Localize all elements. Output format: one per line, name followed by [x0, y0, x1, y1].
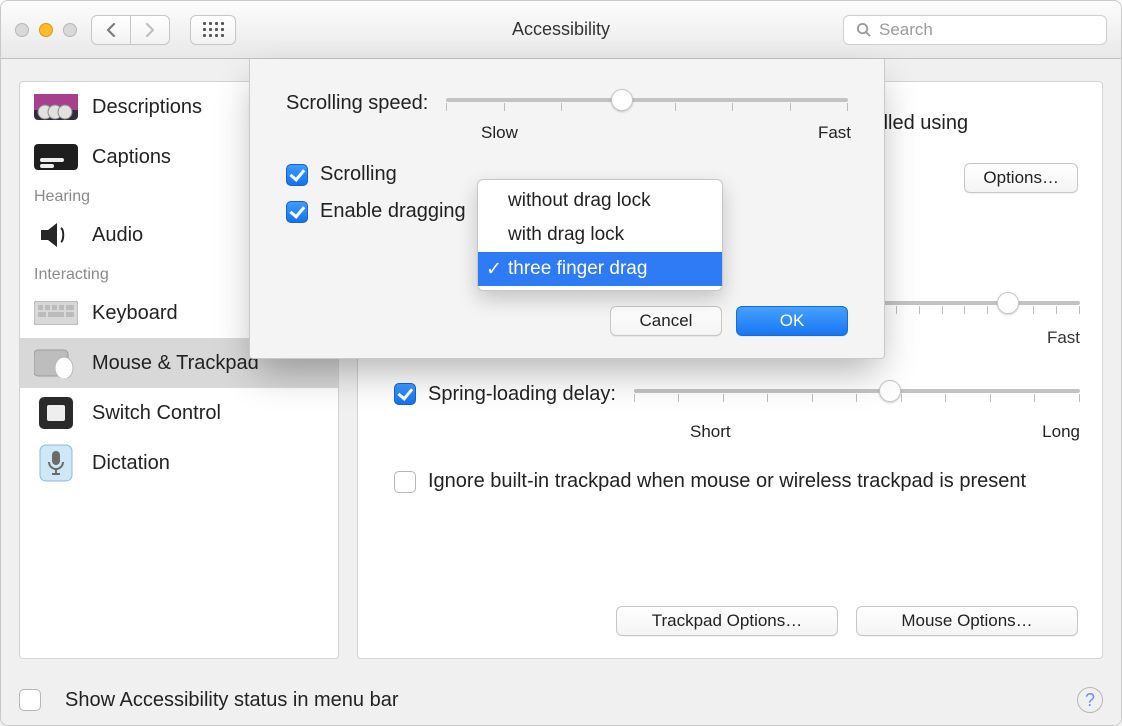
search-field[interactable]: Search [843, 15, 1107, 45]
sidebar-item-label: Dictation [92, 452, 170, 475]
scrolling-speed-label: Scrolling speed: [286, 92, 428, 115]
slow-label: Slow [481, 123, 518, 143]
mouse-trackpad-icon [34, 346, 78, 380]
drag-option-without-lock[interactable]: without drag lock [478, 184, 722, 218]
sidebar-item-label: Captions [92, 146, 171, 169]
ignore-trackpad-label: Ignore built-in trackpad when mouse or w… [428, 468, 1026, 495]
descriptions-icon [34, 90, 78, 124]
captions-icon [34, 140, 78, 174]
sidebar-item-label: Mouse & Trackpad [92, 352, 259, 375]
scrolling-label: Scrolling [320, 163, 397, 186]
cancel-button[interactable]: Cancel [610, 306, 722, 336]
back-button[interactable] [91, 15, 131, 45]
fast-label: Fast [818, 123, 851, 143]
show-all-button[interactable] [190, 15, 236, 45]
show-status-label: Show Accessibility status in menu bar [65, 689, 399, 712]
show-status-checkbox[interactable] [19, 689, 41, 711]
sidebar-item-dictation[interactable]: Dictation [20, 438, 338, 488]
sidebar-item-label: Audio [92, 224, 143, 247]
drag-option-with-lock[interactable]: with drag lock [478, 218, 722, 252]
sidebar-item-switch-control[interactable]: Switch Control [20, 388, 338, 438]
spring-loading-label: Spring-loading delay: [428, 383, 616, 406]
spring-long-label: Long [1042, 422, 1080, 442]
zoom-button[interactable] [63, 23, 77, 37]
close-button[interactable] [15, 23, 29, 37]
spring-short-label: Short [690, 422, 731, 442]
audio-icon [34, 218, 78, 252]
drag-option-three-finger[interactable]: three finger drag [478, 252, 722, 286]
scrolling-speed-slider[interactable] [446, 89, 848, 117]
search-placeholder: Search [879, 20, 933, 40]
ignore-trackpad-checkbox[interactable] [394, 471, 416, 493]
nav-segment [91, 15, 170, 45]
mouse-options-button[interactable]: Mouse Options… [856, 606, 1078, 636]
keyboard-icon [34, 296, 78, 330]
ignore-trackpad-row: Ignore built-in trackpad when mouse or w… [394, 468, 1078, 495]
scrolling-checkbox[interactable] [286, 164, 308, 186]
drag-mode-popup[interactable]: without drag lock with drag lock three f… [477, 179, 723, 291]
forward-button[interactable] [130, 15, 170, 45]
sidebar-item-label: Keyboard [92, 302, 178, 325]
trackpad-options-button[interactable]: Trackpad Options… [616, 606, 838, 636]
slider-label-fast: Fast [1047, 328, 1080, 348]
sidebar-item-label: Descriptions [92, 96, 202, 119]
switch-control-icon [34, 396, 78, 430]
spring-loading-slider[interactable] [634, 380, 1080, 408]
search-icon [856, 22, 871, 37]
minimize-button[interactable] [39, 23, 53, 37]
spring-loading-checkbox[interactable] [394, 383, 416, 405]
toolbar: Accessibility Search [1, 1, 1121, 59]
spring-loading-row: Spring-loading delay: [394, 380, 1080, 408]
options-button[interactable]: Options… [964, 163, 1078, 193]
prefs-window: Accessibility Search Descriptions [0, 0, 1122, 726]
ok-button[interactable]: OK [736, 306, 848, 336]
help-button[interactable]: ? [1077, 687, 1103, 713]
bottom-bar: Show Accessibility status in menu bar ? [19, 687, 1103, 713]
dictation-icon [34, 446, 78, 480]
sidebar-item-label: Switch Control [92, 402, 221, 425]
enable-dragging-label: Enable dragging [320, 200, 466, 223]
enable-dragging-checkbox[interactable] [286, 201, 308, 223]
traffic-lights [15, 23, 77, 37]
